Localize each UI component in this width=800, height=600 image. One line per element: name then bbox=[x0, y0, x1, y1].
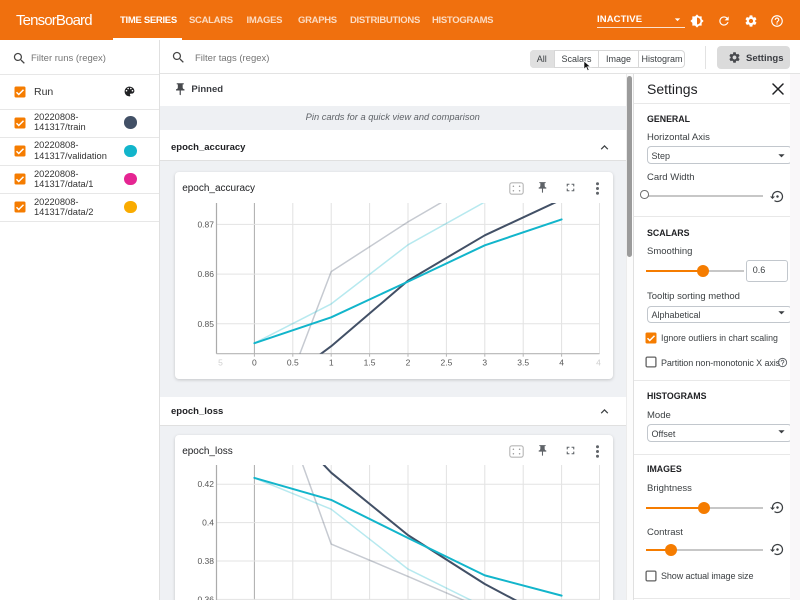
svg-text:0.5: 0.5 bbox=[287, 358, 299, 368]
svg-text:0.36: 0.36 bbox=[197, 594, 214, 600]
svg-text:3.5: 3.5 bbox=[517, 358, 529, 368]
svg-text:1.5: 1.5 bbox=[364, 358, 376, 368]
svg-text:3: 3 bbox=[482, 358, 487, 368]
svg-text:0.4: 0.4 bbox=[202, 518, 214, 528]
svg-text:0: 0 bbox=[252, 358, 257, 368]
svg-text:2: 2 bbox=[406, 358, 411, 368]
svg-text:4: 4 bbox=[559, 358, 564, 368]
svg-text:4: 4 bbox=[596, 358, 601, 368]
svg-text:1: 1 bbox=[329, 358, 334, 368]
svg-text:0.38: 0.38 bbox=[197, 556, 214, 566]
svg-text:2.5: 2.5 bbox=[440, 358, 452, 368]
svg-text:0.85: 0.85 bbox=[197, 319, 214, 329]
svg-text:0.87: 0.87 bbox=[197, 219, 214, 229]
svg-text:5: 5 bbox=[218, 358, 223, 368]
svg-text:0.42: 0.42 bbox=[197, 479, 214, 489]
svg-text:0.86: 0.86 bbox=[197, 269, 214, 279]
